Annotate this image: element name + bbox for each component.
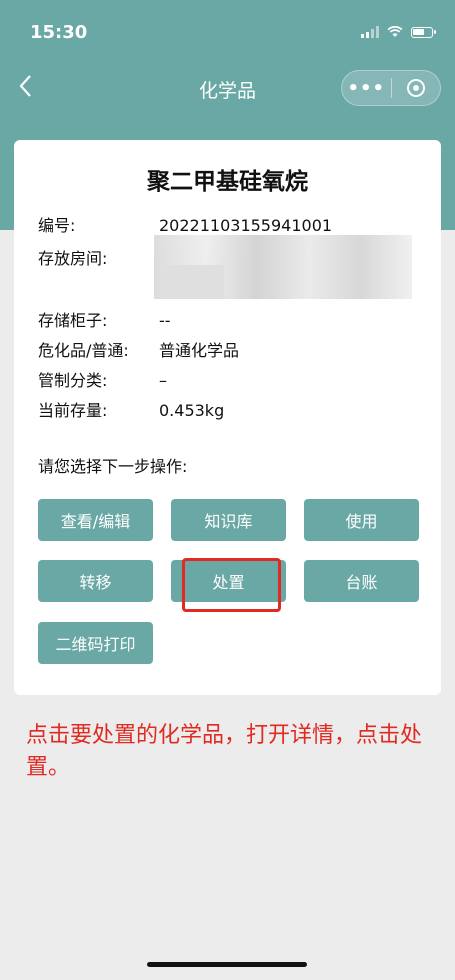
field-row-cabinet: 存储柜子: -- <box>38 307 171 331</box>
target-icon <box>406 79 425 97</box>
status-icons <box>361 26 436 38</box>
mini-program-capsule: ••• <box>341 70 441 106</box>
field-label: 危化品/普通: <box>38 341 129 360</box>
field-row-id: 编号: 20221103155941001 <box>38 212 332 236</box>
field-value: -- <box>159 311 171 330</box>
transfer-button[interactable]: 转移 <box>38 560 153 602</box>
close-button[interactable] <box>391 79 440 97</box>
ledger-button[interactable]: 台账 <box>304 560 419 602</box>
more-button[interactable]: ••• <box>342 78 391 99</box>
instruction-text: 点击要处置的化学品，打开详情，点击处置。 <box>26 723 423 780</box>
dispose-highlight-box <box>182 558 281 612</box>
knowledge-base-button[interactable]: 知识库 <box>171 499 286 541</box>
view-edit-button[interactable]: 查看/编辑 <box>38 499 153 541</box>
home-indicator[interactable] <box>147 962 307 967</box>
field-label: 编号: <box>38 216 76 235</box>
field-row-control: 管制分类: – <box>38 367 167 391</box>
battery-icon <box>411 26 436 38</box>
wifi-icon <box>387 26 403 37</box>
status-time: 15:30 <box>30 22 88 43</box>
field-value: – <box>159 371 167 390</box>
action-prompt: 请您选择下一步操作: <box>38 457 188 476</box>
nav-bar: 化学品 ••• <box>0 64 455 112</box>
field-value: 普通化学品 <box>159 341 240 360</box>
field-value: 0.453kg <box>159 401 225 420</box>
field-row-room: 存放房间: <box>38 245 159 269</box>
chemical-name: 聚二甲基硅氧烷 <box>147 169 308 195</box>
field-row-hazard: 危化品/普通: 普通化学品 <box>38 337 239 361</box>
field-label: 当前存量: <box>38 401 108 420</box>
field-row-stock: 当前存量: 0.453kg <box>38 397 224 421</box>
field-label: 存储柜子: <box>38 311 108 330</box>
qr-print-button[interactable]: 二维码打印 <box>38 622 153 664</box>
signal-icon <box>361 26 379 38</box>
field-label: 存放房间: <box>38 249 108 268</box>
use-button[interactable]: 使用 <box>304 499 419 541</box>
field-label: 管制分类: <box>38 371 108 390</box>
status-bar: 15:30 <box>0 0 455 64</box>
redacted-room-value <box>154 235 412 299</box>
field-value: 20221103155941001 <box>159 216 333 235</box>
chemical-detail-card: 聚二甲基硅氧烷 编号: 20221103155941001 存放房间: 存储柜子:… <box>14 140 441 695</box>
